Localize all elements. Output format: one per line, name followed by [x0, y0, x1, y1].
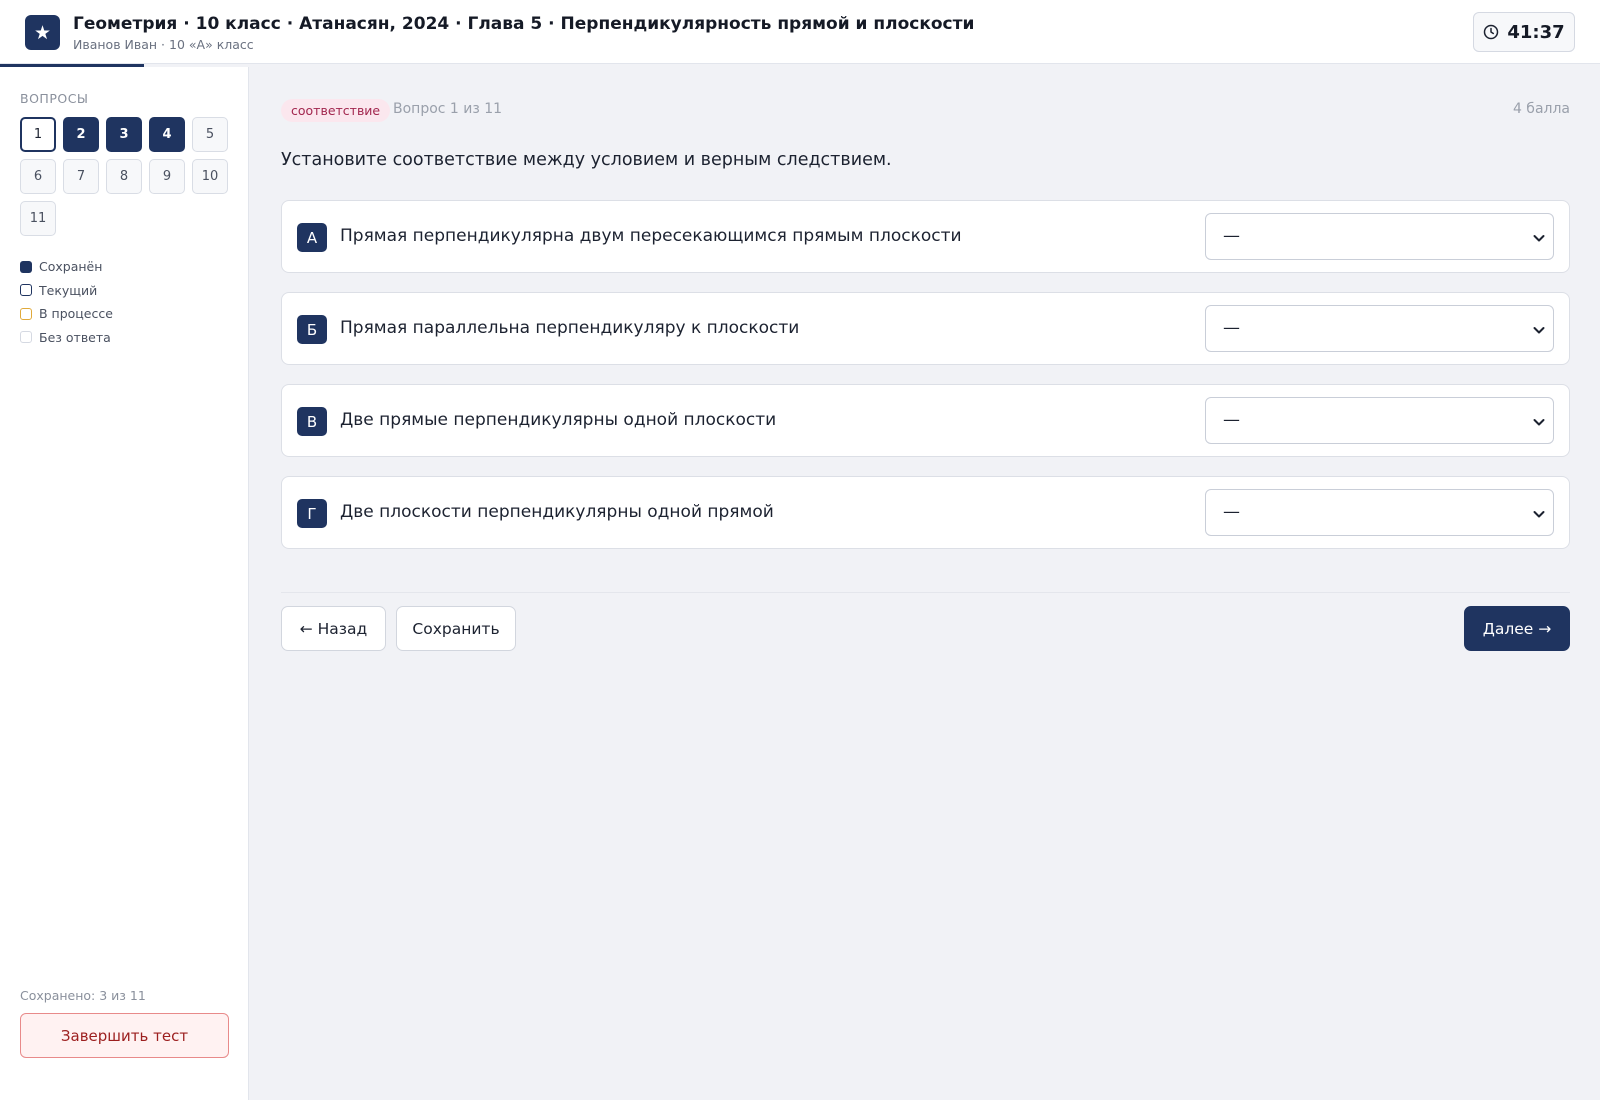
question-points: 4 балла: [1512, 101, 1570, 117]
save-button[interactable]: Сохранить: [396, 606, 516, 651]
divider: [281, 592, 1570, 593]
question-nav-button[interactable]: 2: [63, 117, 99, 152]
saved-swatch: [20, 260, 32, 273]
inprogress-swatch: [20, 307, 32, 320]
question-nav-button[interactable]: 11: [20, 201, 56, 236]
question-nav-button[interactable]: 9: [149, 159, 185, 194]
question-nav-button[interactable]: 1: [20, 117, 56, 152]
question-number: Вопрос 1 из 11: [393, 101, 503, 117]
select-value: —: [1223, 318, 1240, 338]
legend-current: Текущий: [20, 279, 113, 303]
app-header: ★ Геометрия · 10 класс · Атанасян, 2024 …: [0, 0, 1600, 64]
question-navigator: 1 2 3 4 5 6 7 8 9 10 11: [20, 117, 232, 236]
answer-select[interactable]: —: [1205, 305, 1554, 352]
match-row: В Две прямые перпендикулярны одной плоск…: [281, 384, 1570, 457]
chevron-down-icon: [1533, 235, 1545, 242]
test-title: Геометрия · 10 класс · Атанасян, 2024 · …: [73, 14, 975, 34]
student-name: Иванов Иван · 10 «А» класс: [73, 37, 254, 52]
back-button[interactable]: ← Назад: [281, 606, 386, 651]
chevron-down-icon: [1533, 327, 1545, 334]
legend-saved: Сохранён: [20, 255, 113, 279]
noanswer-swatch: [20, 331, 32, 344]
chevron-down-icon: [1533, 511, 1545, 518]
row-condition: Две прямые перпендикулярны одной плоскос…: [340, 410, 777, 430]
select-value: —: [1223, 226, 1240, 246]
row-letter-badge: А: [297, 223, 327, 252]
row-condition: Две плоскости перпендикулярны одной прям…: [340, 502, 774, 522]
row-letter-badge: Г: [297, 499, 327, 528]
answer-select[interactable]: —: [1205, 489, 1554, 536]
row-letter-badge: В: [297, 407, 327, 436]
next-button[interactable]: Далее →: [1464, 606, 1570, 651]
saved-count: Сохранено: 3 из 11: [20, 988, 146, 1003]
timer-value: 41:37: [1507, 21, 1565, 43]
sidebar: ВОПРОСЫ 1 2 3 4 5 6 7 8 9 10 11 Сохранён…: [0, 67, 249, 1100]
question-nav-button[interactable]: 3: [106, 117, 142, 152]
row-condition: Прямая перпендикулярна двум пересекающим…: [340, 226, 962, 246]
legend-label: Текущий: [39, 282, 98, 298]
question-nav-button[interactable]: 5: [192, 117, 228, 152]
row-condition: Прямая параллельна перпендикуляру к плос…: [340, 318, 800, 338]
clock-icon: [1484, 24, 1499, 40]
legend-label: Без ответа: [39, 329, 111, 345]
question-nav-button[interactable]: 8: [106, 159, 142, 194]
questions-heading: ВОПРОСЫ: [20, 91, 89, 106]
question-nav-button[interactable]: 7: [63, 159, 99, 194]
question-text: Установите соответствие между условием и…: [281, 150, 892, 170]
star-logo-icon: ★: [25, 15, 60, 50]
question-type-badge: соответствие: [281, 99, 391, 122]
legend-inprogress: В процессе: [20, 302, 113, 326]
timer: 41:37: [1473, 12, 1575, 52]
select-value: —: [1223, 410, 1240, 430]
finish-test-button[interactable]: Завершить тест: [20, 1013, 229, 1058]
chevron-down-icon: [1533, 419, 1545, 426]
legend-label: Сохранён: [39, 259, 103, 275]
legend-label: В процессе: [39, 306, 113, 322]
question-nav-button[interactable]: 6: [20, 159, 56, 194]
answer-select[interactable]: —: [1205, 397, 1554, 444]
match-row: Б Прямая параллельна перпендикуляру к пл…: [281, 292, 1570, 365]
match-row: Г Две плоскости перпендикулярны одной пр…: [281, 476, 1570, 549]
row-letter-badge: Б: [297, 315, 327, 344]
current-swatch: [20, 284, 32, 297]
legend-noanswer: Без ответа: [20, 326, 113, 350]
question-nav-button[interactable]: 10: [192, 159, 228, 194]
question-nav-button[interactable]: 4: [149, 117, 185, 152]
select-value: —: [1223, 502, 1240, 522]
status-legend: Сохранён Текущий В процессе Без ответа: [20, 255, 113, 349]
match-row: А Прямая перпендикулярна двум пересекающ…: [281, 200, 1570, 273]
answer-select[interactable]: —: [1205, 213, 1554, 260]
